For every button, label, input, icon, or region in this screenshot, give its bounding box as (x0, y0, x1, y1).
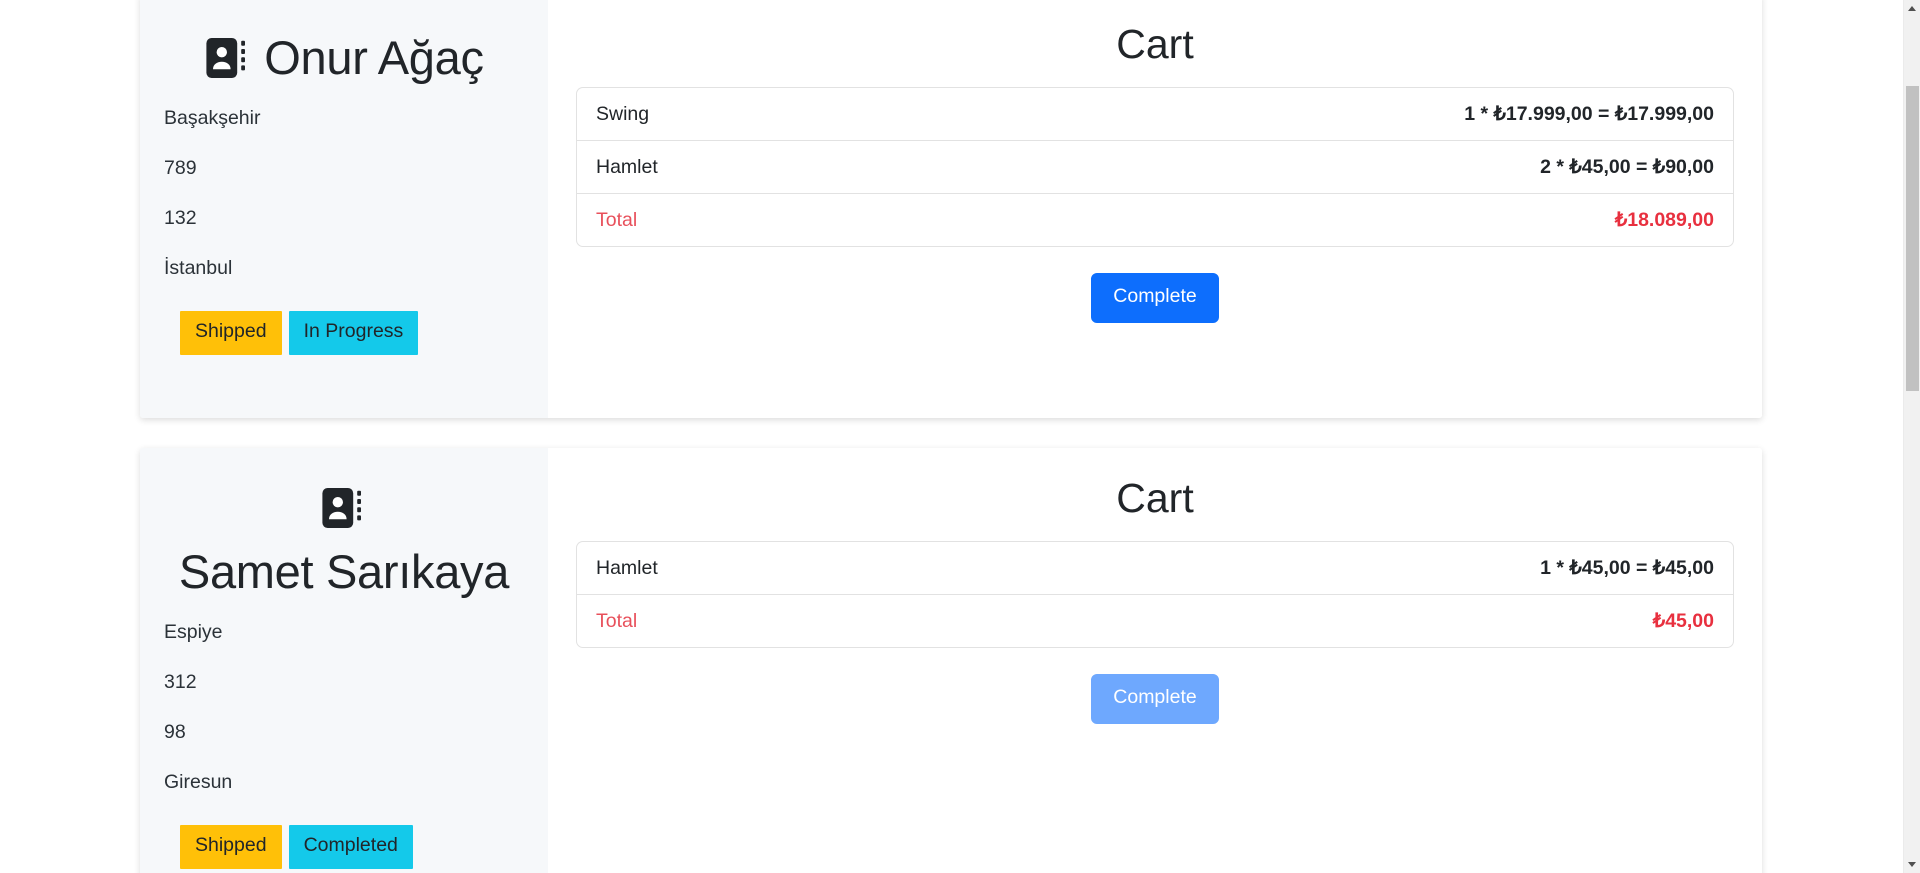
badge-row: Shipped In Progress (162, 311, 526, 355)
customer-field-city: İstanbul (164, 256, 233, 279)
page-scrollbar[interactable] (1903, 0, 1920, 873)
cart-title: Cart (1116, 21, 1194, 67)
cart-title: Cart (1116, 475, 1194, 521)
cart-item-calculation: 1 * ₺45,00 = ₺45,00 (1540, 557, 1714, 580)
cart-item-name: Hamlet (596, 155, 658, 178)
customer-field-city: Giresun (164, 770, 233, 793)
cart-total-amount: ₺18.089,00 (1614, 209, 1714, 232)
cart-actions: Complete (576, 674, 1734, 724)
cart-total-row: Total ₺45,00 (577, 595, 1733, 647)
customer-field-street-no: 312 (164, 670, 197, 693)
cart-item-list: Swing 1 * ₺17.999,00 = ₺17.999,00 Hamlet… (576, 87, 1734, 248)
customer-field-building-no: 98 (164, 720, 186, 743)
customer-header: Onur Ağaç (162, 30, 526, 85)
cart-item-row: Hamlet 2 * ₺45,00 = ₺90,00 (577, 141, 1733, 195)
cart-item-list: Hamlet 1 * ₺45,00 = ₺45,00 Total ₺45,00 (576, 541, 1734, 649)
cart-item-name: Hamlet (596, 556, 658, 579)
complete-order-button[interactable]: Complete (1091, 273, 1219, 323)
status-badge-shipping[interactable]: Shipped (180, 311, 282, 355)
status-badge-shipping[interactable]: Shipped (180, 825, 282, 869)
contact-card-icon (204, 34, 252, 82)
chevron-down-icon (1908, 862, 1916, 867)
scrollbar-down-arrow[interactable] (1904, 856, 1920, 873)
badge-row: Shipped Completed (162, 825, 526, 869)
cart-item-name: Swing (596, 102, 650, 125)
status-badge-order[interactable]: Completed (288, 825, 413, 869)
cart-actions: Complete (576, 273, 1734, 323)
customer-field-building-no: 132 (164, 206, 197, 229)
cart-item-row: Hamlet 1 * ₺45,00 = ₺45,00 (577, 542, 1733, 596)
orders-page: Onur Ağaç Başakşehir 789 132 İstanbul Sh… (0, 0, 1920, 873)
order-card: Samet Sarıkaya Espiye 312 98 Giresun Shi… (140, 448, 1762, 873)
customer-name: Onur Ağaç (264, 31, 484, 84)
status-badge-order[interactable]: In Progress (288, 311, 419, 355)
customer-pane: Onur Ağaç Başakşehir 789 132 İstanbul Sh… (140, 0, 548, 418)
cart-item-calculation: 1 * ₺17.999,00 = ₺17.999,00 (1464, 103, 1714, 126)
customer-header: Samet Sarıkaya (162, 484, 526, 599)
customer-name: Samet Sarıkaya (178, 545, 510, 598)
cart-pane: Cart Hamlet 1 * ₺45,00 = ₺45,00 Total ₺4… (548, 448, 1762, 873)
cart-pane: Cart Swing 1 * ₺17.999,00 = ₺17.999,00 H… (548, 0, 1762, 418)
customer-field-district: Başakşehir (164, 106, 261, 129)
complete-order-button[interactable]: Complete (1091, 674, 1219, 724)
cart-total-row: Total ₺18.089,00 (577, 194, 1733, 246)
cart-total-amount: ₺45,00 (1652, 610, 1714, 633)
customer-pane: Samet Sarıkaya Espiye 312 98 Giresun Shi… (140, 448, 548, 873)
contact-card-icon (320, 484, 368, 532)
scrollbar-thumb[interactable] (1906, 86, 1919, 391)
scrollbar-up-arrow[interactable] (1904, 0, 1920, 17)
cart-total-label: Total (596, 208, 638, 231)
cart-total-label: Total (596, 609, 638, 632)
chevron-up-icon (1908, 6, 1916, 11)
cart-item-row: Swing 1 * ₺17.999,00 = ₺17.999,00 (577, 88, 1733, 142)
cart-item-calculation: 2 * ₺45,00 = ₺90,00 (1540, 156, 1714, 179)
customer-field-district: Espiye (164, 620, 223, 643)
customer-field-street-no: 789 (164, 156, 197, 179)
order-card: Onur Ağaç Başakşehir 789 132 İstanbul Sh… (140, 0, 1762, 418)
